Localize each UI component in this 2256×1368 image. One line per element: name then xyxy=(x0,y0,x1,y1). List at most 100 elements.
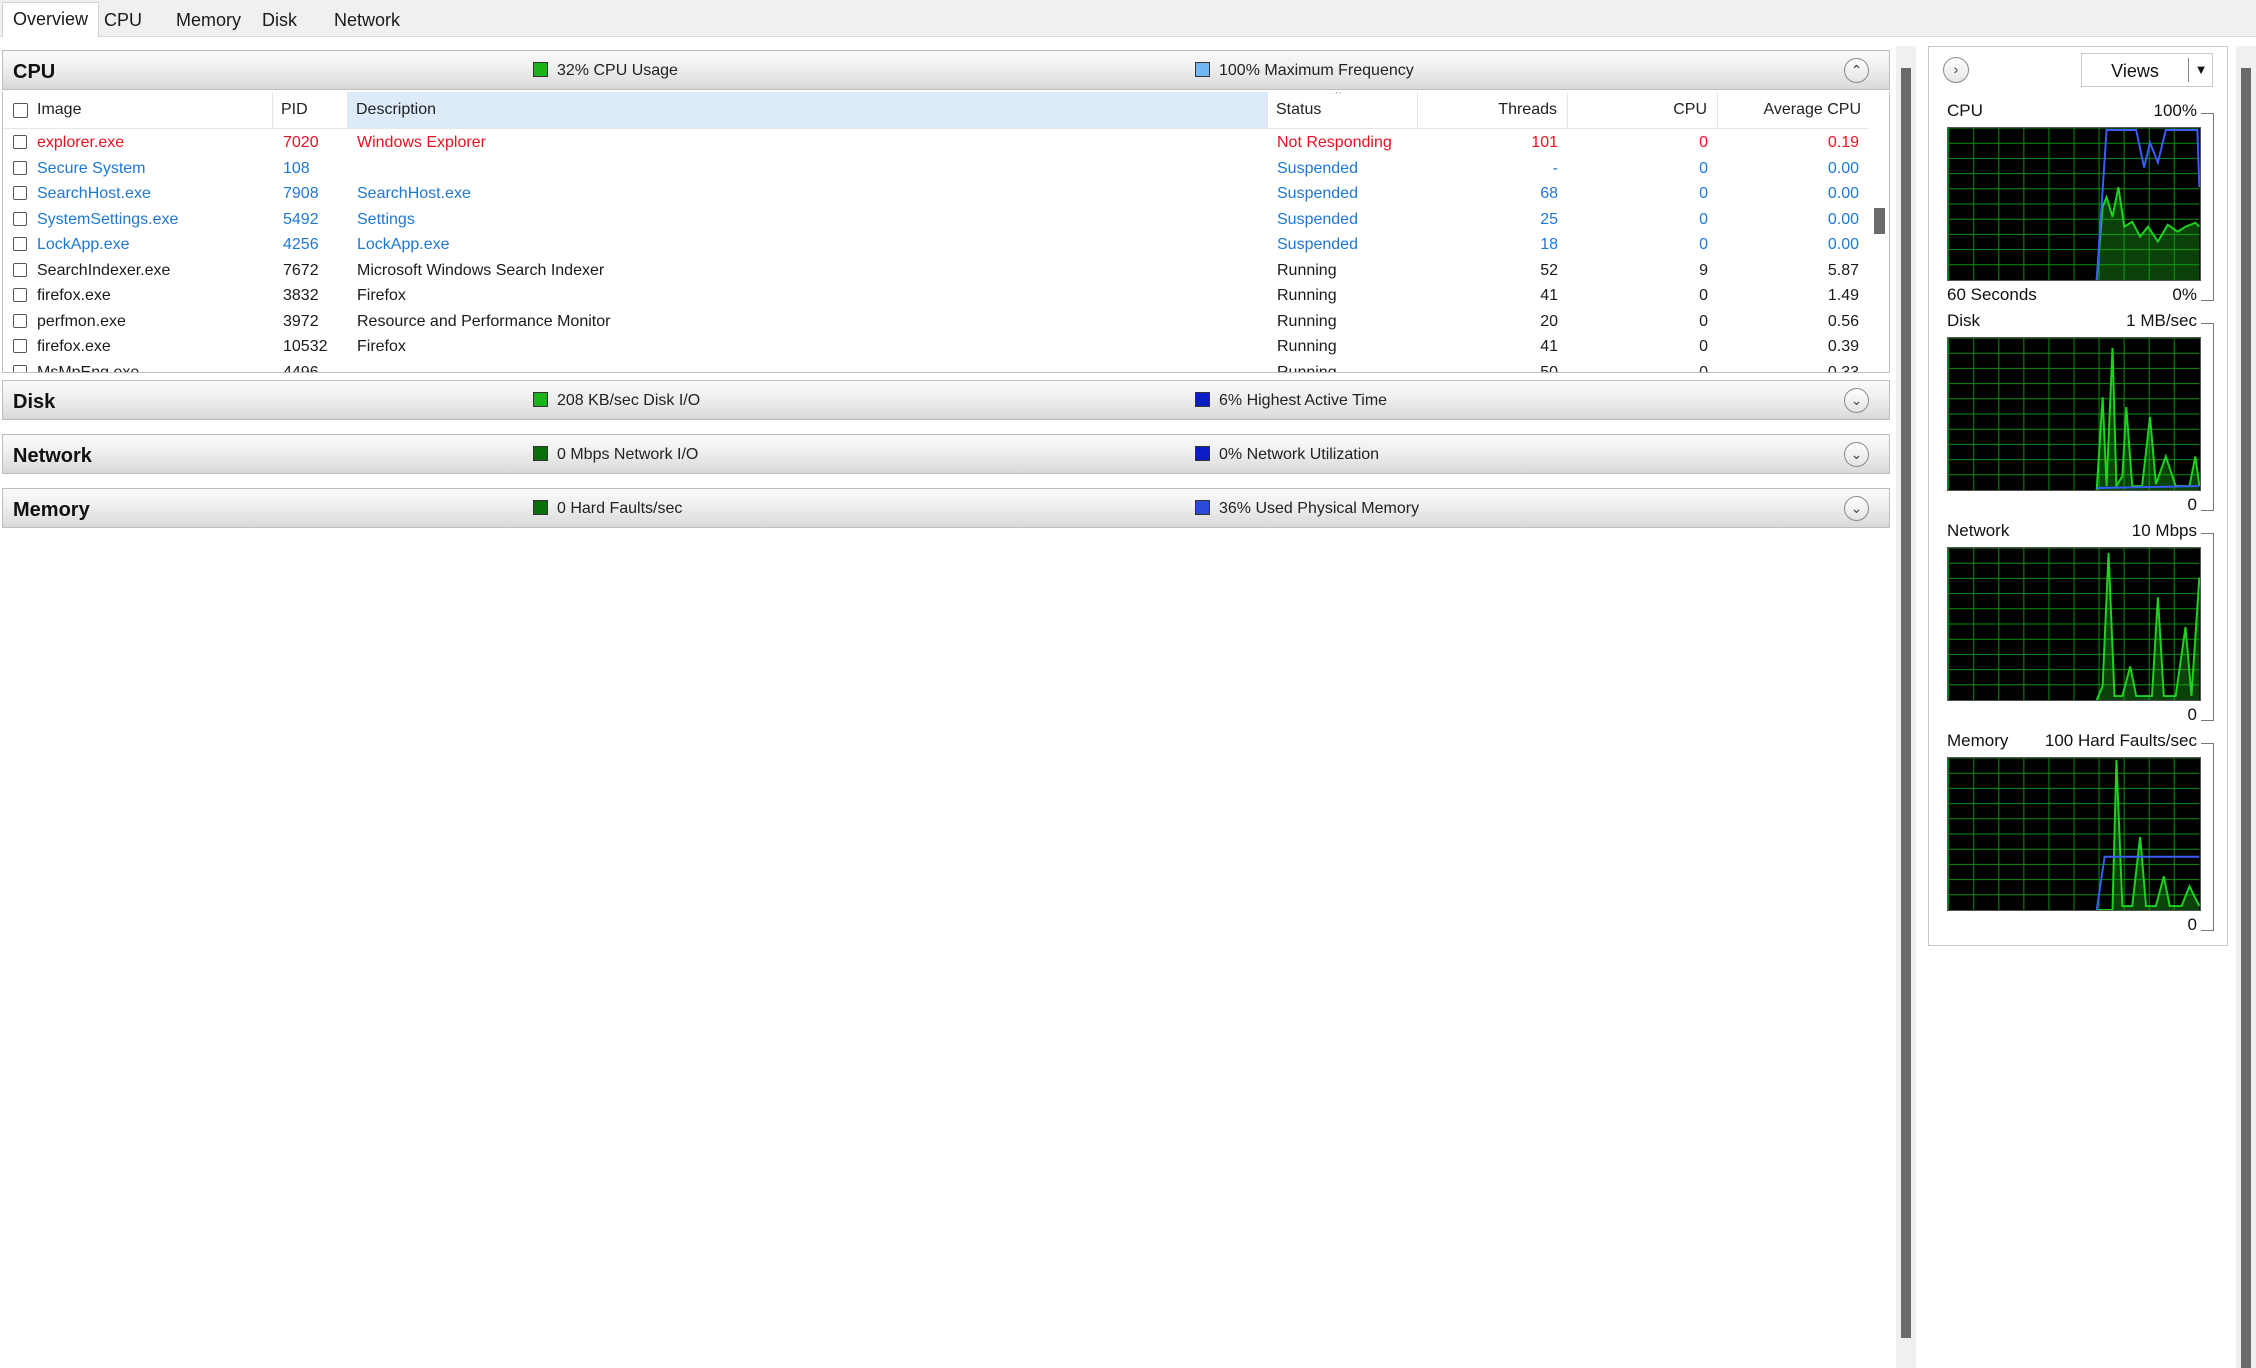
network-io-indicator: 0 Mbps Network I/O xyxy=(533,446,698,464)
row-checkbox[interactable] xyxy=(13,288,27,302)
table-row[interactable]: explorer.exe 7020 Windows Explorer Not Resp… xyxy=(3,130,1871,156)
row-checkbox[interactable] xyxy=(13,211,27,226)
row-checkbox[interactable] xyxy=(13,135,27,149)
cell-pid: 7672 xyxy=(283,261,319,279)
cpu-section-header[interactable]: CPU 32% CPU Usage 100% Maximum Frequency… xyxy=(2,50,1890,90)
cell-status: Running xyxy=(1277,312,1337,330)
column-header-status[interactable]: Status xyxy=(1268,92,1418,128)
cell-avg: 0.00 xyxy=(1827,159,1859,177)
row-checkbox[interactable] xyxy=(13,313,27,328)
expand-down-icon[interactable]: ⌄ xyxy=(1844,442,1869,467)
cell-image: MsMpEng.exe xyxy=(37,363,140,373)
cell-image: SystemSettings.exe xyxy=(37,210,179,228)
cpu-process-table: Image PID Description Status Threads CPU… xyxy=(2,92,1890,373)
cell-cpu: 0 xyxy=(1699,210,1708,228)
row-checkbox[interactable] xyxy=(13,186,27,200)
table-row[interactable]: Secure System 108 Suspended - 0 0.00 xyxy=(3,156,1871,182)
cell-image: LockApp.exe xyxy=(37,236,130,253)
tab-network[interactable]: Network xyxy=(324,4,410,36)
column-header-image[interactable]: Image xyxy=(3,92,273,128)
cpu-frequency-indicator: 100% Maximum Frequency xyxy=(1195,62,1414,80)
network-section-header[interactable]: Network 0 Mbps Network I/O 0% Network Ut… xyxy=(2,434,1890,474)
cell-pid: 5492 xyxy=(283,210,319,228)
column-pid-label: PID xyxy=(281,101,308,118)
memory-section-title: Memory xyxy=(13,499,90,521)
table-row[interactable]: SearchIndexer.exe 7672 Microsoft Windows S… xyxy=(3,258,1871,284)
row-checkbox[interactable] xyxy=(13,237,27,251)
right-scroll-thumb[interactable] xyxy=(2241,68,2251,1368)
cell-avg: 0.56 xyxy=(1827,312,1859,330)
cell-threads: 18 xyxy=(1540,236,1558,253)
row-checkbox[interactable] xyxy=(13,339,27,353)
table-header: Image PID Description Status Threads CPU… xyxy=(3,92,1871,129)
cell-status: Not Responding xyxy=(1277,134,1392,151)
cell-cpu: 0 xyxy=(1699,363,1708,373)
memory-section-header[interactable]: Memory 0 Hard Faults/sec 36% Used Physic… xyxy=(2,488,1890,528)
expand-down-icon[interactable]: ⌄ xyxy=(1844,388,1869,413)
cell-pid: 4496 xyxy=(283,363,319,373)
cell-pid: 10532 xyxy=(283,338,328,355)
cpu-section-title: CPU xyxy=(13,61,56,83)
expand-down-icon[interactable]: ⌄ xyxy=(1844,496,1869,521)
cpu-graph-bracket xyxy=(2201,113,2214,301)
main-scrollbar[interactable] xyxy=(1896,46,1916,1368)
table-row[interactable]: firefox.exe 3832 Firefox Running 41 0 1.49 xyxy=(3,283,1871,309)
column-header-average-cpu[interactable]: Average CPU xyxy=(1718,92,1871,128)
tab-disk[interactable]: Disk xyxy=(252,4,307,36)
physical-memory-text: 36% Used Physical Memory xyxy=(1219,500,1420,517)
memory-graph-max: 100 Hard Faults/sec xyxy=(2044,731,2197,750)
row-checkbox[interactable] xyxy=(13,364,27,372)
table-row[interactable]: SearchHost.exe 7908 SearchHost.exe Suspende… xyxy=(3,181,1871,207)
select-all-checkbox[interactable] xyxy=(13,103,28,118)
disk-section-title: Disk xyxy=(13,391,56,413)
table-row[interactable]: LockApp.exe 4256 LockApp.exe Suspended 18 0 0.… xyxy=(3,232,1871,258)
overview-panel: CPU 32% CPU Usage 100% Maximum Frequency… xyxy=(0,46,1896,1368)
cpu-graph-min: 0% xyxy=(2172,285,2197,304)
column-header-cpu[interactable]: CPU xyxy=(1568,92,1718,128)
network-io-swatch-icon xyxy=(533,446,548,461)
views-button[interactable]: Views ▼ xyxy=(2081,53,2213,87)
network-utilization-indicator: 0% Network Utilization xyxy=(1195,446,1379,464)
cell-desc: Firefox xyxy=(357,287,406,304)
network-io-text: 0 Mbps Network I/O xyxy=(557,446,699,463)
cell-status: Suspended xyxy=(1277,236,1358,253)
cell-status: Running xyxy=(1277,363,1337,373)
cell-cpu: 9 xyxy=(1699,261,1708,279)
disk-graph-max: 1 MB/sec xyxy=(2126,311,2197,330)
table-row[interactable]: firefox.exe 10532 Firefox Running 41 0 0.39 xyxy=(3,334,1871,360)
dropdown-arrow-icon[interactable]: ▼ xyxy=(2188,58,2213,82)
table-scrollbar[interactable] xyxy=(1869,128,1889,372)
network-utilization-swatch-icon xyxy=(1195,446,1210,461)
column-header-description[interactable]: Description xyxy=(348,92,1268,128)
disk-section-header[interactable]: Disk 208 KB/sec Disk I/O 6% Highest Acti… xyxy=(2,380,1890,420)
network-utilization-text: 0% Network Utilization xyxy=(1219,446,1380,463)
tab-cpu[interactable]: CPU xyxy=(94,4,152,36)
tab-memory[interactable]: Memory xyxy=(166,4,251,36)
cell-status: Suspended xyxy=(1277,210,1358,228)
cell-status: Running xyxy=(1277,287,1337,304)
cell-avg: 0.39 xyxy=(1827,338,1859,355)
cell-pid: 3832 xyxy=(283,287,319,304)
table-row[interactable]: perfmon.exe 3972 Resource and Performance … xyxy=(3,309,1871,335)
column-header-pid[interactable]: PID xyxy=(273,92,348,128)
table-row[interactable]: SystemSettings.exe 5492 Settings Suspended 2… xyxy=(3,207,1871,233)
collapse-up-icon[interactable]: ⌃ xyxy=(1844,58,1869,83)
tab-overview[interactable]: Overview xyxy=(2,2,100,37)
disk-graph-min: 0 xyxy=(2187,495,2197,514)
column-header-threads[interactable]: Threads xyxy=(1418,92,1568,128)
row-checkbox[interactable] xyxy=(13,160,27,175)
row-checkbox[interactable] xyxy=(13,262,27,277)
table-row[interactable]: MsMpEng.exe 4496 Running 50 0 0.33 xyxy=(3,360,1871,373)
main-scroll-thumb[interactable] xyxy=(1901,68,1911,1338)
cell-threads: 50 xyxy=(1540,363,1558,373)
network-section-title: Network xyxy=(13,445,92,467)
chevron-right-icon[interactable]: › xyxy=(1943,57,1969,83)
network-graph xyxy=(1947,547,2201,701)
table-scroll-thumb[interactable] xyxy=(1874,208,1885,234)
cell-cpu: 0 xyxy=(1699,134,1708,151)
hard-faults-text: 0 Hard Faults/sec xyxy=(557,500,683,517)
disk-graph-title: Disk xyxy=(1947,311,1981,330)
cell-image: SearchHost.exe xyxy=(37,185,151,202)
cell-threads: 41 xyxy=(1540,338,1558,355)
right-pane-scrollbar[interactable] xyxy=(2236,46,2256,1368)
